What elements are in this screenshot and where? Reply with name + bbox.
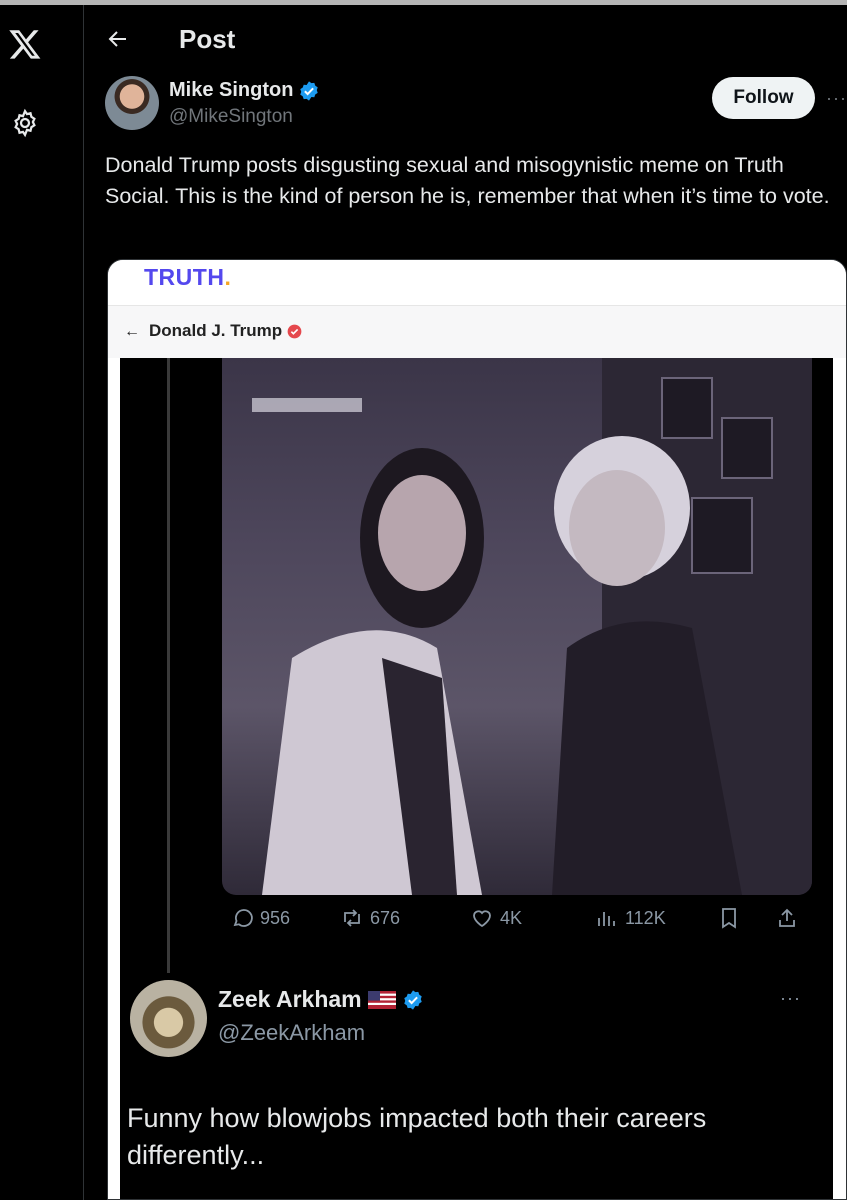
reply-text: Funny how blowjobs impacted both their c… bbox=[127, 1103, 707, 1170]
page-header: Post bbox=[84, 5, 847, 67]
truth-user-name-text: Donald J. Trump bbox=[149, 321, 283, 340]
inner-reply-action: 956 bbox=[230, 906, 290, 930]
post-text: Donald Trump posts disgusting sexual and… bbox=[105, 153, 830, 208]
share-icon bbox=[779, 908, 795, 927]
more-options-icon[interactable]: ··· bbox=[826, 88, 847, 109]
author-name[interactable]: Mike Sington bbox=[169, 79, 320, 102]
reply-author-name-text: Zeek Arkham bbox=[218, 986, 362, 1012]
inner-repost-count: 676 bbox=[370, 907, 401, 928]
truth-logo-text: TRUTH bbox=[144, 264, 225, 290]
inner-bookmark-action bbox=[717, 906, 741, 930]
inner-reply-count: 956 bbox=[260, 907, 291, 928]
back-arrow-icon[interactable] bbox=[106, 27, 130, 51]
truth-verified-icon bbox=[287, 324, 302, 338]
photo-illustration bbox=[252, 358, 812, 895]
author-avatar[interactable] bbox=[105, 76, 159, 130]
inner-share-action bbox=[775, 906, 799, 930]
inner-views-action: 112K bbox=[595, 906, 666, 930]
inner-action-bar: 956 676 4K 112K bbox=[220, 906, 820, 936]
embedded-screenshot[interactable]: TRUTH. ← Donald J. Trump 956 676 4K 112K… bbox=[107, 259, 847, 1200]
truth-user-name: Donald J. Trump bbox=[149, 321, 302, 341]
inner-like-count: 4K bbox=[500, 907, 523, 928]
heart-icon bbox=[473, 910, 491, 928]
truth-back-arrow-icon: ← bbox=[124, 323, 140, 340]
us-flag-icon bbox=[367, 990, 396, 1009]
truth-social-logo: TRUTH. bbox=[144, 264, 231, 291]
follow-button[interactable]: Follow bbox=[712, 77, 815, 119]
author-handle[interactable]: @MikeSington bbox=[169, 106, 293, 128]
page-title: Post bbox=[179, 24, 236, 54]
reply-author-handle: @ZeekArkham bbox=[218, 1020, 366, 1045]
bookmark-icon bbox=[722, 908, 736, 929]
post-photo bbox=[222, 358, 812, 895]
left-rail bbox=[0, 5, 84, 1200]
reply-icon bbox=[233, 909, 253, 927]
thread-connector-line bbox=[167, 358, 170, 973]
inner-tweet-thread: 956 676 4K 112K Zeek Arkham @ZeekArkham … bbox=[120, 358, 835, 1199]
gear-icon[interactable] bbox=[10, 108, 40, 138]
repost-icon bbox=[344, 909, 360, 927]
reply-verified-badge-icon bbox=[403, 989, 422, 1010]
embed-right-edge bbox=[833, 358, 846, 1199]
inner-views-count: 112K bbox=[625, 907, 666, 928]
reply-author-name: Zeek Arkham bbox=[218, 986, 424, 1013]
author-name-text: Mike Sington bbox=[169, 79, 294, 101]
inner-like-action: 4K bbox=[470, 906, 522, 930]
truth-logo-dot: . bbox=[224, 264, 232, 290]
x-logo-icon[interactable] bbox=[8, 27, 42, 61]
reply-avatar bbox=[130, 980, 207, 1057]
inner-repost-action: 676 bbox=[340, 906, 400, 930]
verified-badge-icon bbox=[300, 80, 319, 101]
reply-more-options-icon: ··· bbox=[780, 988, 801, 1008]
views-chart-icon bbox=[598, 912, 615, 926]
